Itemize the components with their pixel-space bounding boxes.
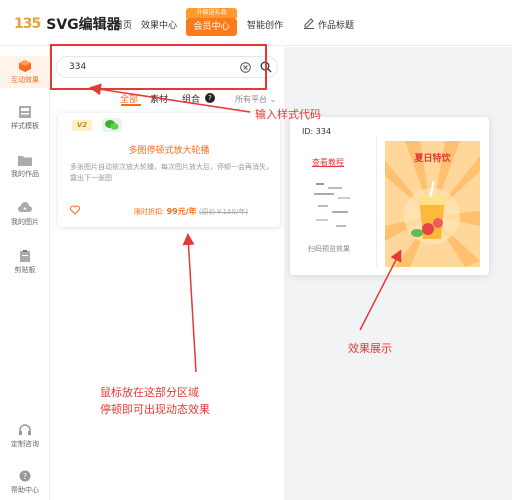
sidebar-item-label: 样式模板 xyxy=(11,122,39,130)
sidebar-item-templates[interactable]: 样式模板 xyxy=(0,106,50,131)
effect-card[interactable]: V2 多图停顿式放大轮播 多张图片自动依次放大轮播，每次图片放大后，停顿一会再消… xyxy=(58,113,280,227)
app: 135 SVG编辑器 首页 效果中心 升级送礼品 会员中心 智能创作 作品标题 … xyxy=(0,0,512,500)
help-icon[interactable]: ? xyxy=(205,93,215,103)
promo-title: 夏日特饮 xyxy=(414,154,451,164)
tab-combo[interactable]: 组合 xyxy=(182,92,200,105)
sidebar-item-label: 帮助中心 xyxy=(11,486,39,494)
sidebar-item-label: 我的图片 xyxy=(11,218,39,226)
annotation-input-code: 输入样式代码 xyxy=(255,108,321,121)
logo[interactable]: 135 SVG编辑器 xyxy=(14,14,121,34)
sidebar-item-label: 定制咨询 xyxy=(11,440,39,448)
annotation-effect-display: 效果展示 xyxy=(348,342,392,355)
svg-text:?: ? xyxy=(23,472,27,481)
sidebar-item-my-images[interactable]: 我的图片 xyxy=(0,202,50,227)
effect-id: ID: 334 xyxy=(302,127,332,136)
folder-icon xyxy=(18,156,32,166)
heart-icon[interactable] xyxy=(70,205,80,215)
annotation-hover: 鼠标放在这部分区域 停顿即可出现动态效果 xyxy=(100,384,210,418)
sidebar-item-clipboard[interactable]: 剪贴板 xyxy=(0,250,50,275)
tab-material[interactable]: 素材 xyxy=(150,92,168,105)
app-name: SVG编辑器 xyxy=(46,17,121,33)
sidebar-item-label: 我的作品 xyxy=(11,170,39,178)
tutorial-link[interactable]: 查看教程 xyxy=(312,157,344,168)
version-badge: V2 xyxy=(72,120,92,131)
preview-popup: ID: 334 查看教程 扫码预览效果 夏日特饮 xyxy=(290,117,489,275)
original-price: (原价￥150/年) xyxy=(198,208,249,216)
price-label: 限时折扣: xyxy=(134,208,165,216)
nav-smart-create[interactable]: 智能创作 xyxy=(247,18,283,31)
sidebar-item-help[interactable]: ? 帮助中心 xyxy=(0,470,50,495)
top-header: 135 SVG编辑器 首页 效果中心 升级送礼品 会员中心 智能创作 作品标题 xyxy=(0,0,512,46)
active-tab-indicator xyxy=(121,104,141,106)
logo-mark: 135 xyxy=(14,16,41,32)
card-description: 多张图片自动依次放大轮播，每次图片放大后，停顿一会再消失，露出下一张图 xyxy=(70,163,273,182)
nav-effect-center[interactable]: 效果中心 xyxy=(141,18,177,31)
sidebar-item-consult[interactable]: 定制咨询 xyxy=(0,424,50,449)
price-line: 限时折扣: 99元/年 (原价￥150/年) xyxy=(134,206,248,217)
sidebar: 互动效果 样式模板 我的作品 我的图片 剪贴板 定制咨询 ? 帮助中心 xyxy=(0,46,50,500)
clipboard-icon xyxy=(20,250,30,262)
sidebar-item-my-works[interactable]: 我的作品 xyxy=(0,154,50,179)
help-icon: ? xyxy=(19,470,31,482)
sidebar-item-interactive[interactable]: 互动效果 xyxy=(0,56,50,88)
template-icon xyxy=(19,106,31,118)
popup-divider xyxy=(376,137,377,267)
sidebar-item-label: 互动效果 xyxy=(11,76,39,84)
qr-code xyxy=(312,177,356,233)
vip-center[interactable]: 升级送礼品 会员中心 xyxy=(186,8,237,36)
sidebar-item-label: 剪贴板 xyxy=(14,266,36,274)
wechat-icon xyxy=(102,118,122,132)
card-title: 多图停顿式放大轮播 xyxy=(128,146,210,156)
annotation-hover-line1: 鼠标放在这部分区域 xyxy=(100,386,199,399)
platform-label: 所有平台 xyxy=(235,95,267,104)
search-highlight-box xyxy=(50,44,267,90)
price-value: 99元/年 xyxy=(166,207,197,216)
headset-icon xyxy=(19,424,31,435)
work-title-input[interactable]: 作品标题 xyxy=(318,18,354,31)
cloud-upload-icon xyxy=(18,202,32,212)
vip-center-button[interactable]: 会员中心 xyxy=(186,18,237,36)
nav-home[interactable]: 首页 xyxy=(114,18,132,31)
platform-select[interactable]: 所有平台 ⌄ xyxy=(235,94,276,105)
cube-icon xyxy=(19,60,31,72)
effect-preview-image: 夏日特饮 xyxy=(385,141,480,267)
scan-hint: 扫码预览效果 xyxy=(308,245,350,253)
annotation-hover-line2: 停顿即可出现动态效果 xyxy=(100,403,210,416)
edit-icon xyxy=(304,18,314,29)
vip-promo-badge: 升级送礼品 xyxy=(186,8,237,18)
